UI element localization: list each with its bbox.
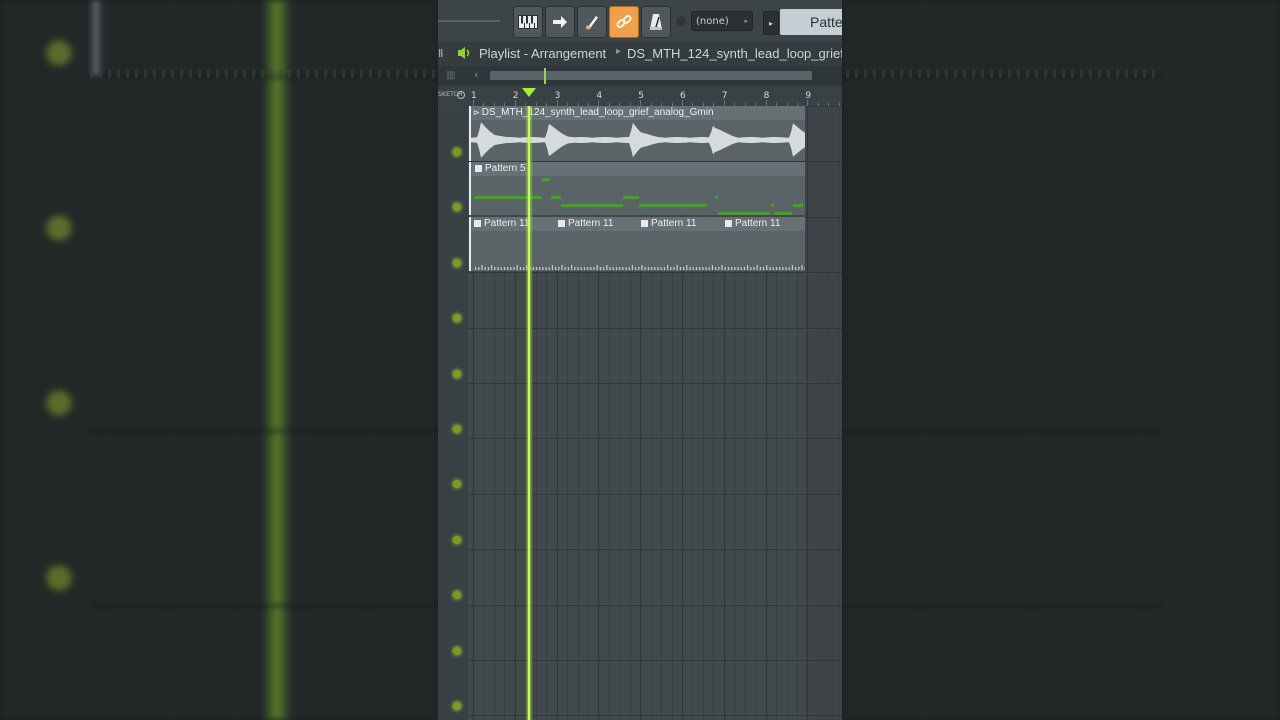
track-mute-led[interactable] [453,591,461,600]
menu-bars-icon[interactable]: Ⅱ [438,47,443,60]
track-mute-led[interactable] [453,258,461,267]
pattern-11-clip[interactable]: Pattern 11 [725,217,780,231]
playhead-marker[interactable] [522,88,537,97]
channel-select[interactable]: (none) ▸ [691,11,753,31]
track-separator [468,493,842,495]
current-file-name: DS_MTH_124_synth_lead_loop_grief [627,46,842,61]
sketch-toggle[interactable] [457,91,465,99]
pattern-clip[interactable]: Pattern 5 [469,162,805,215]
track-mute-led[interactable] [453,535,461,544]
title-bar: Ⅱ Playlist - Arrangement ▸ DS_MTH_124_sy… [438,42,842,66]
play-arrow-button[interactable]: ▸ [763,11,779,35]
grid-end-shade [804,106,842,720]
clip-label: Pattern 11 [735,218,781,229]
channel-select-value: (none) [696,15,729,27]
link-button[interactable] [609,6,639,38]
scroll-left-icon[interactable]: ‹ [474,68,478,81]
clip-label: DS_MTH_124_synth_lead_loop_grief_analog_… [481,107,714,118]
track-separator [468,715,842,717]
note-preview [474,178,803,215]
metronome-button[interactable] [641,6,671,38]
track-mute-led[interactable] [453,480,461,489]
speaker-icon[interactable] [457,46,473,63]
track-mute-led[interactable] [453,369,461,378]
clip-label: Pattern 11 [651,218,697,229]
waveform [471,122,805,158]
pattern-selector-label: Pattern [810,14,842,30]
grid-line [838,106,840,720]
clip-label: Pattern 11 [484,218,530,229]
grid-line [828,106,830,720]
track-separator [468,660,842,661]
piano-keyboard-icon [518,15,538,29]
horizontal-scrollbar[interactable] [490,71,812,80]
track-separator [468,383,842,384]
metronome-icon [648,13,664,31]
horizontal-scroll-row: ▥ ‹ [438,66,842,86]
track-mute-led[interactable] [453,646,461,655]
toolbar-divider [438,20,500,22]
pattern-selector[interactable]: Pattern [780,9,842,35]
breadcrumb-separator: ▸ [616,46,622,57]
pattern-11-clip[interactable]: Pattern 11 [641,217,696,231]
track-separator [468,604,842,606]
pattern-icon [641,220,648,227]
track-separator [468,327,842,329]
playlist-window: (none) ▸ ▸ Pattern Ⅱ Playlist - Arrangem… [438,0,842,720]
clip-label: Pattern 11 [568,218,614,229]
piano-keyboard-button[interactable] [513,6,543,38]
clip-header: Pattern 5 [471,162,805,176]
audio-clip-icon: ⊳ [473,108,480,117]
caret-right-icon: ▸ [744,17,748,25]
pattern-11-clip[interactable]: Pattern 11 [558,217,613,231]
track-mute-led[interactable] [453,148,461,156]
link-icon [616,14,632,30]
arrow-right-icon [552,15,568,29]
track-mute-led[interactable] [453,702,461,710]
track-separator [468,549,842,551]
window-title: Playlist - Arrangement [479,46,607,61]
grid-line [817,106,819,720]
track-separator [468,272,842,274]
pattern-icon [475,165,482,172]
clip-header: ⊳ DS_MTH_124_synth_lead_loop_grief_analog… [471,106,805,120]
clip-label: Pattern 5 [485,163,526,174]
backdrop-left [0,0,438,720]
track-header-gutter [438,106,468,720]
knob-icon[interactable] [676,16,686,26]
pattern-icon [474,220,481,227]
timeline-ruler[interactable]: SKETCH 123456789 [438,86,842,107]
pattern-icon [725,220,732,227]
backdrop-right [842,0,1280,720]
track-mute-led[interactable] [453,425,461,433]
drum-hits [475,265,805,270]
track-separator [468,438,842,440]
arrow-right-button[interactable] [545,6,575,38]
backdrop-playhead-glow [262,0,292,720]
pattern-clip-group[interactable]: Pattern 11 Pattern 11 Pattern 11 Pattern… [469,217,805,271]
pattern-11-clip[interactable]: Pattern 11 [474,217,529,231]
grid-line [807,106,809,720]
pencil-note-icon [585,14,599,30]
toolbar: (none) ▸ ▸ Pattern [438,0,842,42]
snap-grid-icon[interactable]: ▥ [446,70,464,81]
audio-clip[interactable]: ⊳ DS_MTH_124_synth_lead_loop_grief_analog… [469,106,805,161]
play-arrow-icon: ▸ [768,18,773,28]
track-mute-led[interactable] [453,203,461,212]
track-mute-led[interactable] [453,314,461,323]
pattern-icon [558,220,565,227]
scroll-position-marker[interactable] [544,68,546,84]
playhead-line [525,106,534,720]
draw-tool-button[interactable] [577,6,607,38]
